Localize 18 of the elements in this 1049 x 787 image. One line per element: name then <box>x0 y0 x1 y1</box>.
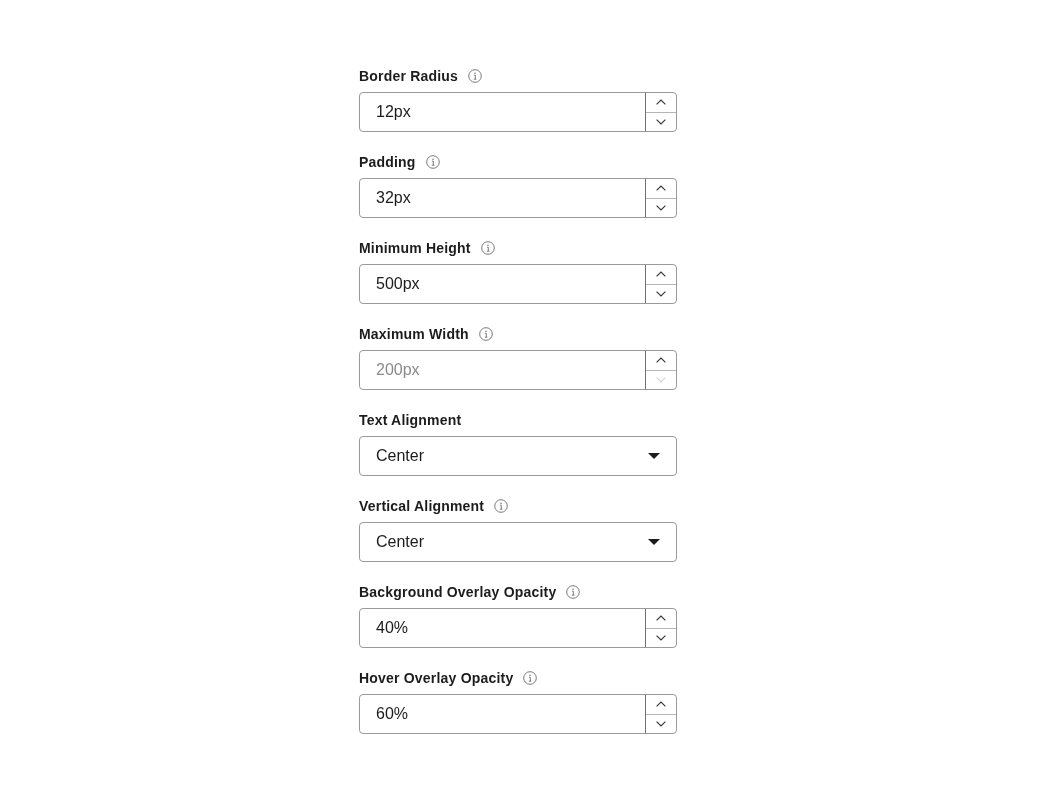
field-label: Border Radius <box>359 67 459 85</box>
field-label: Background Overlay Opacity <box>359 583 557 601</box>
field-label: Padding <box>359 153 416 171</box>
chevron-up-icon <box>656 615 666 622</box>
field-label: Text Alignment <box>359 411 462 429</box>
chevron-up-icon <box>656 701 666 708</box>
caret-down-icon <box>648 539 660 545</box>
select-field[interactable]: Center <box>359 436 677 476</box>
select-field[interactable]: Center <box>359 522 677 562</box>
field-label: Vertical Alignment <box>359 497 485 515</box>
chevron-up-icon <box>656 357 666 364</box>
field-label: Hover Overlay Opacity <box>359 669 514 687</box>
chevron-up-icon <box>656 99 666 106</box>
chevron-up-icon <box>656 271 666 278</box>
caret-down-icon <box>648 453 660 459</box>
field-label: Maximum Width <box>359 325 469 343</box>
chevron-up-icon <box>656 185 666 192</box>
field-label: Minimum Height <box>359 239 471 257</box>
